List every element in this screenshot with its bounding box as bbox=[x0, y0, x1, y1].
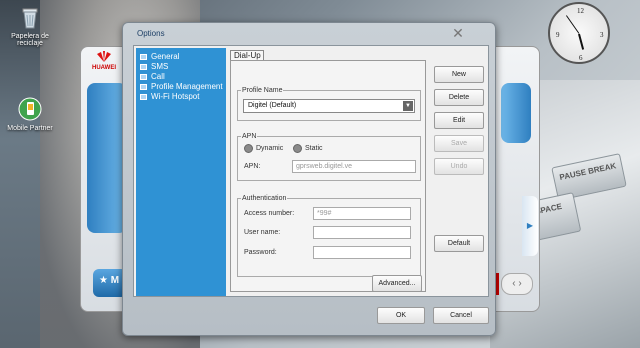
ok-button[interactable]: OK bbox=[377, 307, 425, 324]
expand-panel-arrow-icon[interactable]: ▶ bbox=[522, 196, 538, 256]
dialog-title: Options bbox=[137, 29, 165, 38]
desktop-icon-label: Mobile Partner bbox=[7, 125, 53, 132]
new-button[interactable]: New bbox=[434, 66, 484, 83]
profile-select[interactable]: Digitel (Default) ▼ bbox=[243, 99, 415, 113]
mobile-partner-icon bbox=[17, 96, 43, 122]
dialog-body: General SMS Call Profile Management Wi-F… bbox=[133, 45, 489, 297]
huawei-left-panel bbox=[87, 83, 127, 233]
apn-group: APN bbox=[237, 133, 421, 181]
chevron-down-icon: ▼ bbox=[403, 101, 413, 111]
radio-static[interactable] bbox=[293, 144, 302, 153]
nav-item-general[interactable]: General bbox=[136, 52, 226, 61]
dialog-titlebar: Options ✕ bbox=[123, 23, 495, 45]
edit-button[interactable]: Edit bbox=[434, 112, 484, 129]
apn-label: APN: bbox=[244, 163, 261, 170]
password-field[interactable] bbox=[313, 246, 411, 259]
clock-minute-hand bbox=[565, 15, 580, 34]
save-button[interactable]: Save bbox=[434, 135, 484, 152]
nav-item-wifi-hotspot[interactable]: Wi-Fi Hotspot bbox=[136, 92, 226, 101]
apn-legend: APN bbox=[242, 133, 257, 140]
nav-item-profile-management[interactable]: Profile Management bbox=[136, 82, 226, 91]
options-dialog: Options ✕ General SMS Call Profile Manag… bbox=[122, 22, 496, 336]
radio-static-label: Static bbox=[305, 145, 323, 152]
nav-bullet-icon bbox=[140, 73, 147, 80]
profile-name-legend: Profile Name bbox=[242, 87, 283, 94]
delete-button[interactable]: Delete bbox=[434, 89, 484, 106]
recycle-bin-icon bbox=[17, 4, 43, 30]
desktop-icon-recycle-bin[interactable]: Papelera de reciclaje bbox=[0, 4, 60, 47]
nav-bullet-icon bbox=[140, 93, 147, 100]
undo-button[interactable]: Undo bbox=[434, 158, 484, 175]
nav-item-sms[interactable]: SMS bbox=[136, 62, 226, 71]
radio-dynamic-label: Dynamic bbox=[256, 145, 284, 152]
default-button[interactable]: Default bbox=[434, 235, 484, 252]
cancel-button[interactable]: Cancel bbox=[433, 307, 489, 324]
nav-bullet-icon bbox=[140, 53, 147, 60]
options-nav: General SMS Call Profile Management Wi-F… bbox=[136, 48, 226, 296]
nav-item-call[interactable]: Call bbox=[136, 72, 226, 81]
clock-hour-hand bbox=[578, 33, 585, 50]
dial-up-panel: Profile Name Digitel (Default) ▼ APN Dyn… bbox=[230, 60, 426, 292]
huawei-right-panel bbox=[501, 83, 531, 143]
authentication-legend: Authentication bbox=[242, 195, 287, 202]
close-icon[interactable]: ✕ bbox=[443, 25, 473, 41]
desktop-icon-mobile-partner[interactable]: Mobile Partner bbox=[0, 96, 60, 132]
access-number-label: Access number: bbox=[244, 210, 295, 217]
apn-field[interactable]: gprsweb.digitel.ve bbox=[292, 160, 416, 173]
profile-select-value: Digitel (Default) bbox=[248, 102, 297, 109]
star-icon: ★ bbox=[99, 275, 108, 286]
nav-bullet-icon bbox=[140, 63, 147, 70]
user-name-field[interactable] bbox=[313, 226, 411, 239]
access-number-field[interactable]: *99# bbox=[313, 207, 411, 220]
huawei-logo: HUAWEI bbox=[89, 51, 119, 71]
desktop-icon-label: Papelera de reciclaje bbox=[11, 33, 49, 47]
nav-bullet-icon bbox=[140, 83, 147, 90]
user-name-label: User name: bbox=[244, 229, 281, 236]
advanced-button[interactable]: Advanced... bbox=[372, 275, 422, 292]
radio-dynamic[interactable] bbox=[244, 144, 253, 153]
huawei-nav-arrows[interactable]: ‹ › bbox=[501, 273, 533, 295]
password-label: Password: bbox=[244, 249, 277, 256]
clock-gadget: 12 3 6 9 bbox=[548, 2, 610, 64]
